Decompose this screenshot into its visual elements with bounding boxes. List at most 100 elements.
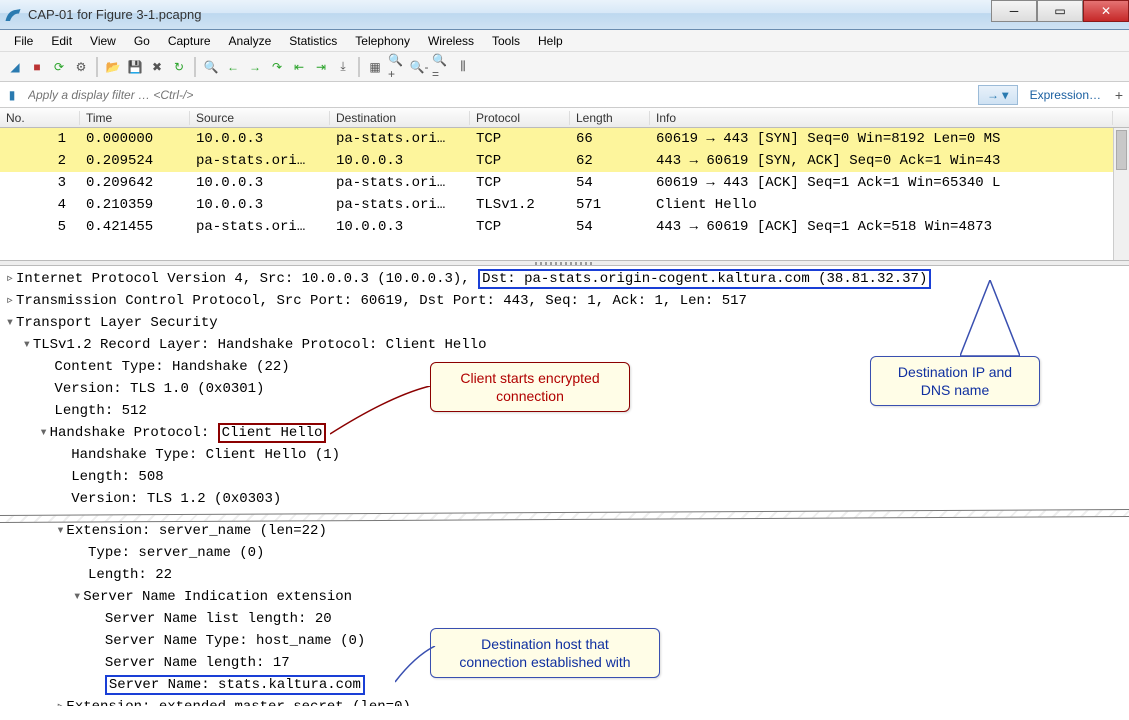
stop-capture-icon[interactable]: ■ [28,58,46,76]
cell-time: 0.000000 [80,131,190,147]
zoom-reset-icon[interactable]: 🔍= [432,58,450,76]
bookmark-filter-icon[interactable]: ▮ [0,88,24,102]
cell-len: 62 [570,153,650,169]
detail-ip[interactable]: Internet Protocol Version 4, Src: 10.0.0… [16,269,931,289]
menu-capture[interactable]: Capture [160,32,219,50]
col-no[interactable]: No. [0,111,80,125]
expression-button[interactable]: Expression… [1022,88,1109,102]
save-file-icon[interactable]: 💾 [126,58,144,76]
titlebar: CAP-01 for Figure 3-1.pcapng ─ ▭ ✕ [0,0,1129,30]
detail-handshake-type[interactable]: Handshake Type: Client Hello (1) [71,447,340,463]
col-source[interactable]: Source [190,111,330,125]
detail-ext-ems[interactable]: Extension: extended_master_secret (len=0… [66,699,410,706]
detail-version-2[interactable]: Version: TLS 1.2 (0x0303) [71,491,281,507]
cell-dst: pa-stats.ori… [330,175,470,191]
detail-version-1[interactable]: Version: TLS 1.0 (0x0301) [54,381,264,397]
detail-length-1[interactable]: Length: 512 [54,403,146,419]
packet-row[interactable]: 30.20964210.0.0.3pa-stats.ori…TCP5460619… [0,172,1129,194]
col-time[interactable]: Time [80,111,190,125]
cell-time: 0.209524 [80,153,190,169]
find-packet-icon[interactable]: 🔍 [202,58,220,76]
detail-content-type[interactable]: Content Type: Handshake (22) [54,359,289,375]
close-button[interactable]: ✕ [1083,0,1129,22]
minimize-button[interactable]: ─ [991,0,1037,22]
cell-proto: TCP [470,175,570,191]
col-destination[interactable]: Destination [330,111,470,125]
go-last-icon[interactable]: ⇥ [312,58,330,76]
cell-proto: TLSv1.2 [470,197,570,213]
menu-statistics[interactable]: Statistics [281,32,345,50]
cell-time: 0.421455 [80,219,190,235]
menu-tools[interactable]: Tools [484,32,528,50]
cell-len: 54 [570,219,650,235]
maximize-button[interactable]: ▭ [1037,0,1083,22]
menu-analyze[interactable]: Analyze [221,32,280,50]
col-info[interactable]: Info [650,111,1113,125]
packet-row[interactable]: 20.209524pa-stats.ori…10.0.0.3TCP62443 →… [0,150,1129,172]
menu-edit[interactable]: Edit [43,32,80,50]
detail-tls-record[interactable]: TLSv1.2 Record Layer: Handshake Protocol… [33,337,487,353]
detail-length-3[interactable]: Length: 22 [88,567,172,583]
menubar[interactable]: File Edit View Go Capture Analyze Statis… [0,30,1129,52]
col-length[interactable]: Length [570,111,650,125]
detail-handshake-protocol[interactable]: Handshake Protocol: Client Hello [50,423,327,443]
detail-sni-ext[interactable]: Server Name Indication extension [83,589,352,605]
detail-length-2[interactable]: Length: 508 [71,469,163,485]
cell-src: 10.0.0.3 [190,175,330,191]
packet-row[interactable]: 50.421455pa-stats.ori…10.0.0.3TCP54443 →… [0,216,1129,238]
menu-help[interactable]: Help [530,32,571,50]
col-protocol[interactable]: Protocol [470,111,570,125]
cell-dst: pa-stats.ori… [330,131,470,147]
menu-file[interactable]: File [6,32,41,50]
callout-dest-host: Destination host thatconnection establis… [430,628,660,678]
toolbar: ◢ ■ ⟳ ⚙ 📂 💾 ✖ ↻ 🔍 ← → ↷ ⇤ ⇥ ⤓ ▦ 🔍+ 🔍- 🔍=… [0,52,1129,82]
packet-list-header[interactable]: No. Time Source Destination Protocol Len… [0,108,1129,128]
menu-go[interactable]: Go [126,32,158,50]
cell-proto: TCP [470,153,570,169]
display-filter-bar: ▮ → ▾ Expression… + [0,82,1129,108]
detail-ext-servername[interactable]: Extension: server_name (len=22) [66,523,326,539]
cell-info: 60619 → 443 [SYN] Seq=0 Win=8192 Len=0 M… [650,131,1113,147]
packet-list[interactable]: 10.00000010.0.0.3pa-stats.ori…TCP6660619… [0,128,1129,260]
cell-info: 443 → 60619 [ACK] Seq=1 Ack=518 Win=4873 [650,219,1113,235]
detail-type-servername[interactable]: Type: server_name (0) [88,545,264,561]
menu-wireless[interactable]: Wireless [420,32,482,50]
reload-file-icon[interactable]: ↻ [170,58,188,76]
detail-sni-type[interactable]: Server Name Type: host_name (0) [105,633,365,649]
go-first-icon[interactable]: ⇤ [290,58,308,76]
display-filter-input[interactable] [24,84,978,106]
close-file-icon[interactable]: ✖ [148,58,166,76]
window-controls: ─ ▭ ✕ [991,0,1129,22]
start-capture-icon[interactable]: ◢ [6,58,24,76]
packet-row[interactable]: 10.00000010.0.0.3pa-stats.ori…TCP6660619… [0,128,1129,150]
menu-telephony[interactable]: Telephony [347,32,418,50]
go-back-icon[interactable]: ← [224,58,242,76]
window-title: CAP-01 for Figure 3-1.pcapng [28,7,201,22]
colorize-icon[interactable]: ▦ [366,58,384,76]
resize-columns-icon[interactable]: ⫼ [454,58,472,76]
wireshark-icon [4,6,22,24]
menu-view[interactable]: View [82,32,124,50]
detail-sni-listlen[interactable]: Server Name list length: 20 [105,611,332,627]
cell-src: 10.0.0.3 [190,131,330,147]
add-filter-button[interactable]: + [1109,87,1129,103]
detail-tls[interactable]: Transport Layer Security [16,315,218,331]
packet-row[interactable]: 40.21035910.0.0.3pa-stats.ori…TLSv1.2571… [0,194,1129,216]
go-to-packet-icon[interactable]: ↷ [268,58,286,76]
apply-filter-button[interactable]: → ▾ [978,85,1018,105]
open-file-icon[interactable]: 📂 [104,58,122,76]
cell-info: 60619 → 443 [ACK] Seq=1 Ack=1 Win=65340 … [650,175,1113,191]
detail-sni-len[interactable]: Server Name length: 17 [105,655,290,671]
go-forward-icon[interactable]: → [246,58,264,76]
highlight-server-name: Server Name: stats.kaltura.com [105,675,365,695]
auto-scroll-icon[interactable]: ⤓ [334,58,352,76]
packet-list-scrollbar[interactable] [1113,128,1129,260]
detail-tcp[interactable]: Transmission Control Protocol, Src Port:… [16,293,747,309]
zoom-out-icon[interactable]: 🔍- [410,58,428,76]
zoom-in-icon[interactable]: 🔍+ [388,58,406,76]
capture-options-icon[interactable]: ⚙ [72,58,90,76]
callout-client-hello: Client starts encryptedconnection [430,362,630,412]
cell-no: 2 [0,153,80,169]
restart-capture-icon[interactable]: ⟳ [50,58,68,76]
packet-details[interactable]: ▹Internet Protocol Version 4, Src: 10.0.… [0,266,1129,706]
